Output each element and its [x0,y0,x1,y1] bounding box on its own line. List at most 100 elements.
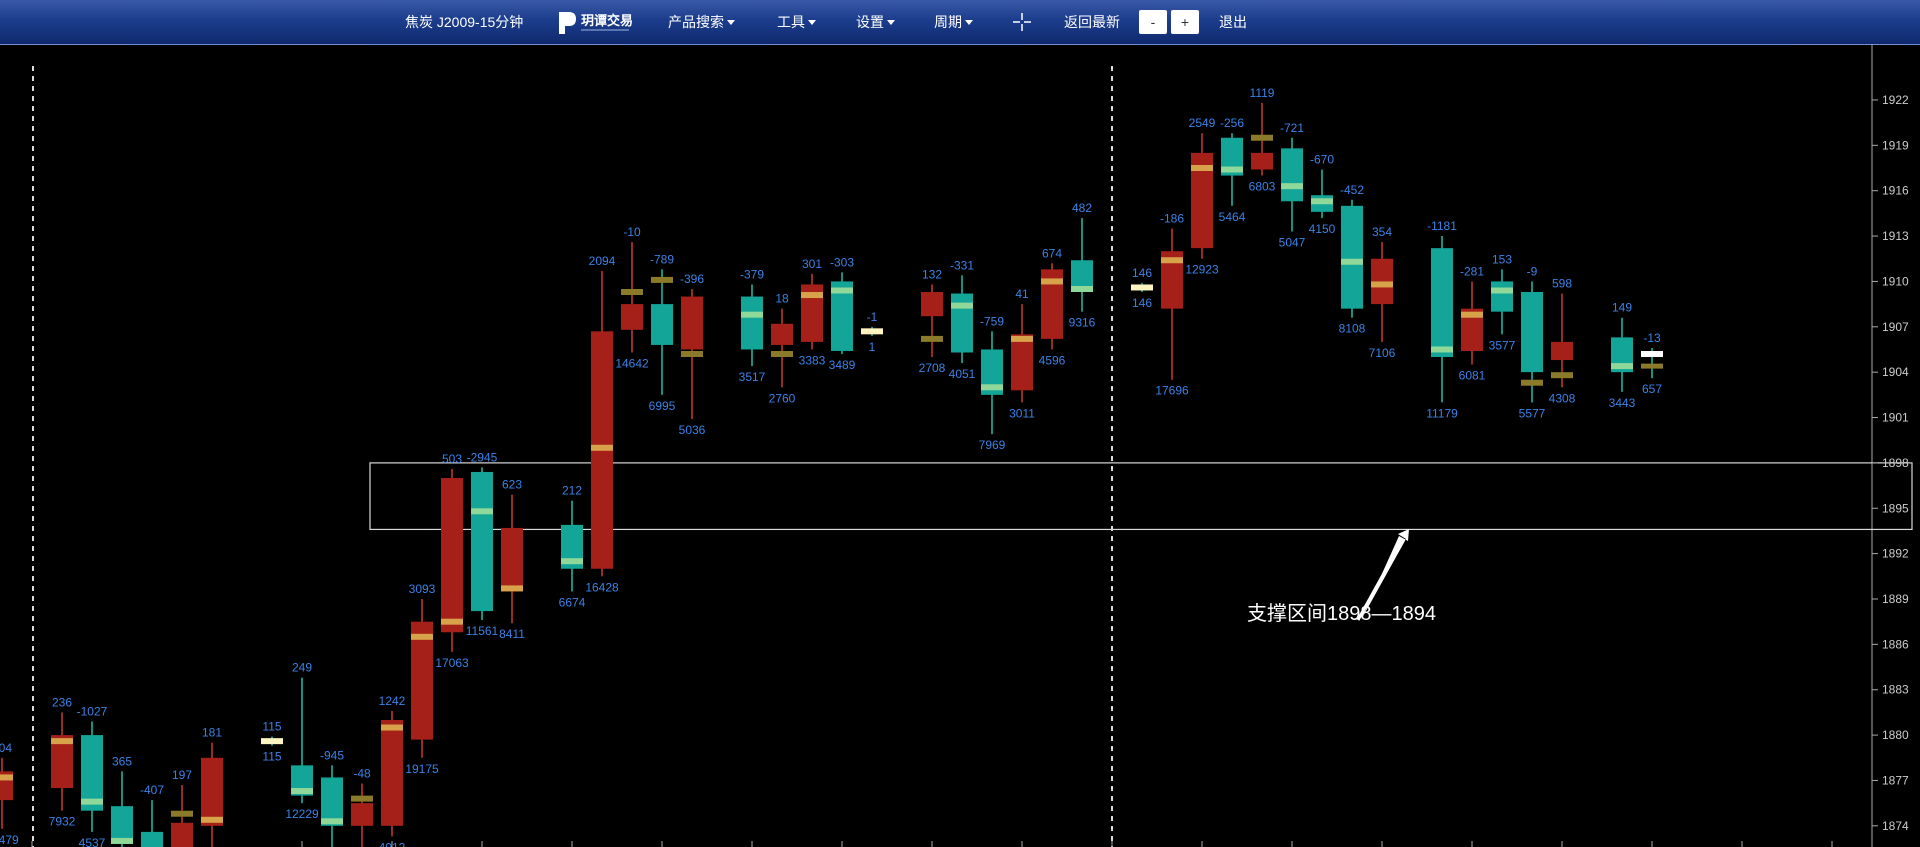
candle-mark [1551,372,1573,379]
candle-top-label: 1119 [1250,86,1275,100]
candle-mark [1341,258,1363,265]
candle-mark [381,724,403,731]
candle-mark [1191,165,1213,172]
chevron-down-icon [727,20,735,25]
candle-mark [1041,278,1063,285]
candle-top-label: 503 [442,452,462,466]
zoom-in-button[interactable]: + [1171,10,1199,34]
price-tick-label: 1913 [1882,229,1909,243]
candle-body [1431,248,1453,358]
candle-body [171,822,193,847]
candles: 204124792367932-10274537365-407197181115… [0,86,1663,847]
top-toolbar: 焦炭 J2009-15分钟 玥谭交易 产品搜索 工具 设置 周期 返回最新 - … [0,0,1920,45]
candle-mark [1071,285,1093,292]
chart-grid [31,44,1873,847]
candle-top-label: 674 [1042,246,1062,260]
candle-top-label: 623 [502,478,522,492]
menu-period[interactable]: 周期 [934,0,973,44]
candle-bottom-label: 5036 [679,423,706,437]
zoom-out-button[interactable]: - [1139,10,1167,34]
candle-mark [951,302,973,309]
candle-bottom-label: 17063 [435,656,469,670]
candle-mark [831,287,853,294]
price-tick-label: 1916 [1882,184,1909,198]
candle-mark [591,444,613,451]
candle-bottom-label: 17696 [1155,384,1189,398]
candle-bottom-label: 11561 [466,624,499,638]
candle-bottom-label: 6803 [1249,180,1276,194]
candle-mark [1371,281,1393,288]
candle-mark [651,276,673,283]
menu-settings[interactable]: 设置 [856,0,895,44]
menu-tools[interactable]: 工具 [777,0,816,44]
price-tick-label: 1922 [1882,93,1909,107]
price-tick-label: 1874 [1882,819,1909,833]
crosshair-icon[interactable] [1012,12,1032,32]
candle-top-label: -331 [950,258,974,272]
candle-top-label: 3093 [409,582,436,596]
candle-body [681,296,703,350]
candle-top-label: 18 [775,292,789,306]
candle-top-label: 2549 [1189,116,1216,130]
symbol-title: 焦炭 J2009-15分钟 [405,14,524,30]
price-tick-label: 1910 [1882,274,1909,288]
candle-body [471,471,493,612]
candle-body [1341,205,1363,309]
logo-text: 玥谭交易 [581,13,633,29]
candle-body [1371,258,1393,305]
candle-top-label: -186 [1160,211,1184,225]
candlestick-chart[interactable]: 204124792367932-10274537365-407197181115… [0,44,1920,847]
candle-top-label: -2945 [467,450,498,464]
candle-top-label: 2094 [589,254,616,268]
candle-bottom-label: 3489 [829,358,856,372]
candle-mark [1461,311,1483,318]
candle-top-label: 115 [262,720,281,734]
candle-bottom-label: 7932 [49,815,76,829]
candle-top-label: -256 [1220,116,1244,130]
candle-body [651,304,673,345]
candle-mark [621,289,643,296]
brand-logo[interactable]: 玥谭交易 [557,8,639,36]
candle-doji [1641,351,1663,358]
candle-bottom-label: 7969 [979,438,1006,452]
candle-mark [0,774,13,781]
candle-bottom-label: 12479 [0,833,19,847]
candle-mark [1011,335,1033,342]
candle-mark [1431,346,1453,353]
candle-mark [321,818,343,825]
candle-bottom-label: 6995 [649,399,676,413]
candle-top-label: 301 [802,257,822,271]
candle-bottom-label: 115 [262,750,281,764]
candle-body [621,304,643,330]
candle-mark [981,384,1003,391]
candle-top-label: -789 [650,252,674,266]
candle-body [1551,341,1573,361]
candle-top-label: -1 [867,310,878,324]
candle-body [1251,152,1273,170]
back-to-latest-button[interactable]: 返回最新 [1064,0,1120,44]
candle-mark [411,633,433,640]
menu-period-label: 周期 [934,14,962,30]
candle-top-label: 354 [1372,225,1392,239]
candle-bottom-label: 5577 [1519,406,1546,420]
candle-top-label: 482 [1072,201,1092,215]
price-tick-label: 1907 [1882,320,1909,334]
candle-top-label: -1027 [77,704,108,718]
candle-top-label: -13 [1643,331,1661,345]
candle-doji [261,738,283,745]
candle-bottom-label: 9316 [1069,316,1096,330]
chevron-down-icon [887,20,895,25]
candle-top-label: 181 [202,726,222,740]
candle-bottom-label: 146 [1132,296,1152,310]
menu-product-search[interactable]: 产品搜索 [668,0,735,44]
candle-bottom-label: 4308 [1549,391,1576,405]
candle-body [381,719,403,826]
candle-bottom-label: 11179 [1426,406,1458,420]
candle-bottom-label: 3517 [739,370,766,384]
logout-button[interactable]: 退出 [1219,0,1247,44]
candle-bottom-label: 7106 [1369,346,1396,360]
candle-bottom-label: 4537 [79,836,106,847]
price-tick-label: 1892 [1882,547,1909,561]
candle-bottom-label: 3577 [1489,338,1516,352]
candle-top-label: 146 [1132,266,1152,280]
